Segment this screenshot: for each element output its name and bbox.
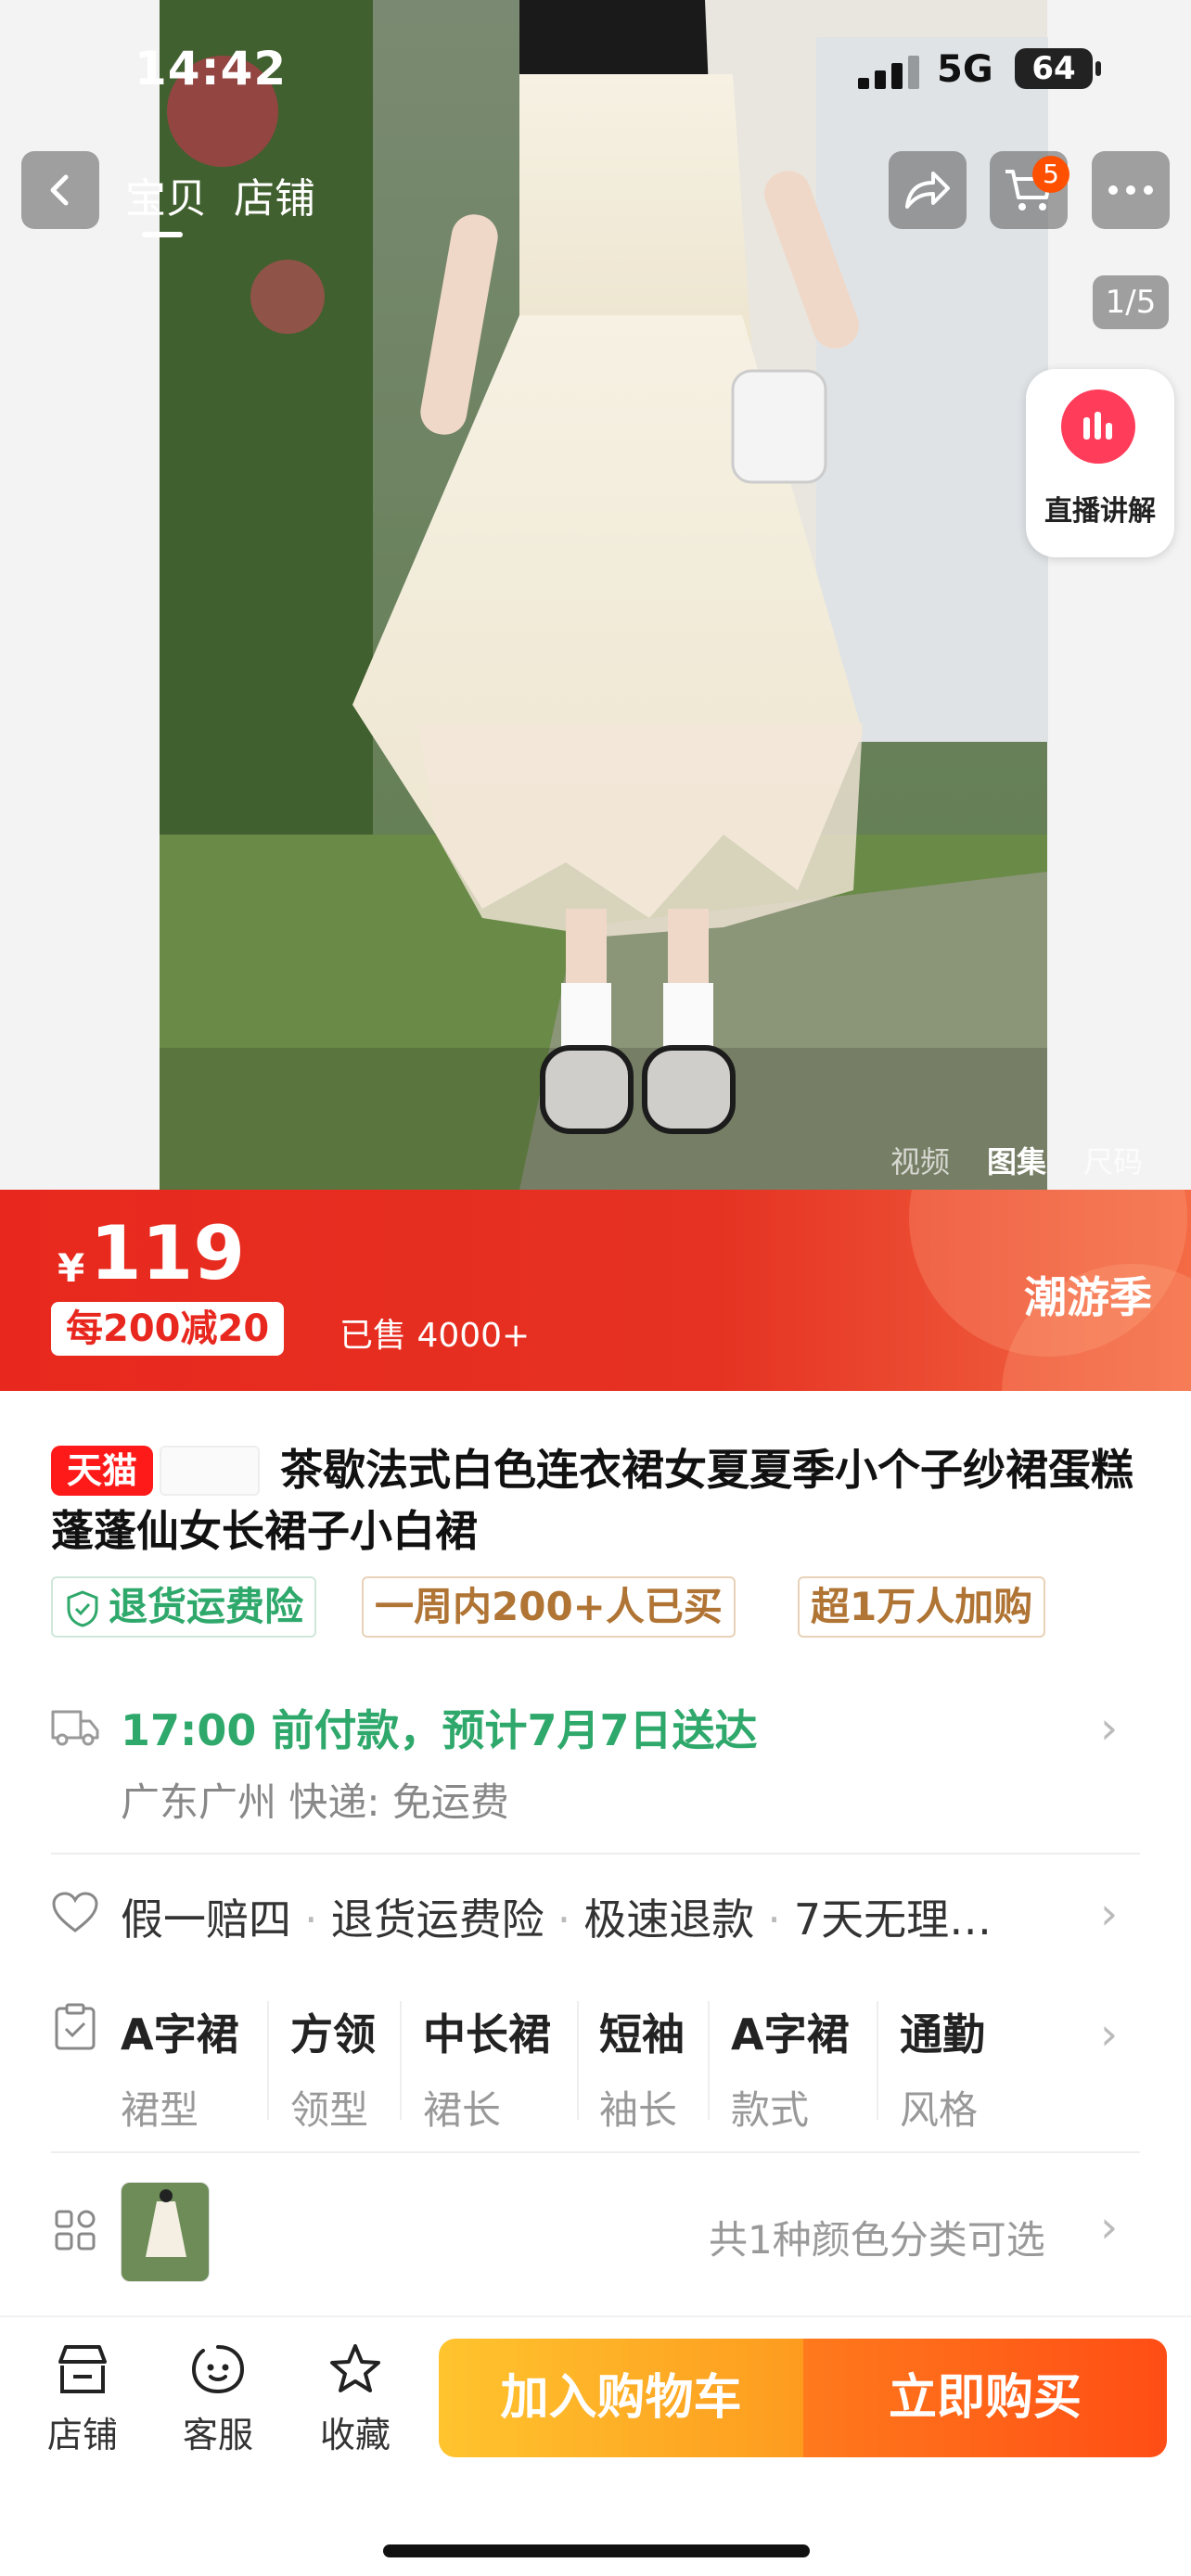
guarantee-list[interactable]: 假一赔四 · 退货运费险 · 极速退款 · 7天无理… <box>121 1886 992 1947</box>
shield-check-icon <box>67 1590 98 1627</box>
delivery-estimate[interactable]: 17:00 前付款，预计7月7日送达 <box>121 1697 757 1758</box>
guarantee-item: 假一赔四 <box>121 1894 291 1945</box>
divider <box>877 2001 878 2120</box>
variant-summary[interactable]: 共1种颜色分类可选 <box>709 2209 1045 2265</box>
delivery-detail: 广东广州 快递: 免运费 <box>121 1779 509 1825</box>
product-image-gallery[interactable]: 14:42 5G 64 宝贝 店铺 5 1/5 直播讲解 视频 图集 尺码 <box>0 0 1191 1190</box>
live-icon <box>1061 389 1135 464</box>
share-button[interactable] <box>889 151 967 229</box>
chevron-right-icon: › <box>1100 2009 1119 2060</box>
attribute-sleeve[interactable]: 短袖 袖长 <box>599 2001 685 2136</box>
shop-label: 店铺 <box>46 2415 118 2455</box>
network-label: 5G <box>937 48 993 91</box>
tmall-badge: 天猫 <box>51 1446 153 1496</box>
tag-weekly-buyers: 一周内200+人已买 <box>362 1576 736 1638</box>
attribute-value: 方领 <box>290 2009 376 2060</box>
more-button[interactable] <box>1092 151 1170 229</box>
media-tab-album[interactable]: 图集 <box>987 1144 1046 1180</box>
attribute-key: 款式 <box>731 2087 810 2133</box>
favorite-button[interactable]: 收藏 <box>304 2343 406 2457</box>
divider <box>51 2151 1140 2153</box>
tag-cart-adds: 超1万人加购 <box>798 1576 1046 1638</box>
divider <box>577 2001 579 2120</box>
live-explain-button[interactable]: 直播讲解 <box>1026 369 1174 557</box>
cart-count-badge: 5 <box>1032 156 1069 193</box>
live-label: 直播讲解 <box>1044 495 1156 528</box>
variant-thumbnail[interactable] <box>121 2182 210 2282</box>
brand-logo <box>160 1446 260 1496</box>
customer-service-button[interactable]: 客服 <box>167 2343 269 2457</box>
media-tab-size[interactable]: 尺码 <box>1083 1144 1143 1180</box>
buy-now-button[interactable]: 立即购买 <box>803 2339 1167 2457</box>
tag-return-insurance[interactable]: 退货运费险 <box>51 1576 317 1638</box>
chevron-right-icon: › <box>1100 2201 1119 2253</box>
chevron-right-icon: › <box>1100 1888 1119 1940</box>
chevron-left-icon <box>50 174 69 206</box>
attribute-value: A字裙 <box>121 2009 239 2060</box>
divider <box>708 2001 710 2120</box>
chat-face-icon <box>191 2345 245 2394</box>
tab-shop[interactable]: 店铺 <box>234 165 315 224</box>
favorite-label: 收藏 <box>319 2415 391 2455</box>
attribute-key: 领型 <box>290 2087 369 2133</box>
heart-icon <box>52 1892 98 1932</box>
battery-tip <box>1095 61 1101 76</box>
grid-icon <box>55 2210 96 2251</box>
currency-symbol: ¥ <box>58 1245 85 1291</box>
attribute-style[interactable]: A字裙款式 <box>731 2001 850 2136</box>
clipboard-icon <box>55 2003 96 2050</box>
bottom-action-bar: 店铺 客服 收藏 加入购物车 立即购买 <box>0 2315 1191 2576</box>
divider <box>267 2001 269 2120</box>
shop-button[interactable]: 店铺 <box>32 2343 134 2457</box>
more-icon <box>1108 185 1153 195</box>
product-page: 14:42 5G 64 宝贝 店铺 5 1/5 直播讲解 视频 图集 尺码 ¥ … <box>0 0 1191 2576</box>
status-time: 14:42 <box>134 42 288 96</box>
attribute-key: 袖长 <box>599 2087 678 2133</box>
star-icon <box>330 2344 380 2392</box>
attribute-collar[interactable]: 方领 领型 <box>290 2001 376 2136</box>
truck-icon <box>51 1710 99 1746</box>
chevron-right-icon: › <box>1100 1702 1119 1754</box>
tab-item[interactable]: 宝贝 <box>125 165 207 237</box>
add-to-cart-button[interactable]: 加入购物车 <box>439 2339 803 2457</box>
divider <box>400 2001 402 2120</box>
attribute-key: 裙型 <box>121 2087 199 2133</box>
guarantee-item: 7天无理… <box>793 1894 992 1945</box>
image-counter: 1/5 <box>1093 275 1169 329</box>
media-tab-video[interactable]: 视频 <box>890 1144 950 1180</box>
status-bar: 14:42 5G 64 <box>0 0 1191 139</box>
guarantee-item: 退货运费险 <box>330 1894 544 1945</box>
attribute-value: 通勤 <box>900 2009 985 2060</box>
home-indicator <box>383 2544 810 2557</box>
sold-count: 已售 4000+ <box>339 1317 531 1355</box>
tag-label: 退货运费险 <box>109 1584 304 1629</box>
share-icon <box>905 172 950 209</box>
battery-icon: 64 <box>1015 48 1093 89</box>
attribute-value: 中长裙 <box>423 2009 551 2060</box>
guarantee-item: 极速退款 <box>583 1894 755 1945</box>
signal-icon <box>858 56 919 89</box>
attribute-value: 短袖 <box>599 2009 685 2060</box>
campaign-label: 潮游季 <box>1024 1272 1152 1322</box>
attribute-skirt-type[interactable]: A字裙裙型 <box>121 2001 239 2136</box>
attribute-genre[interactable]: 通勤 风格 <box>900 2001 985 2136</box>
attribute-key: 风格 <box>900 2087 979 2133</box>
price-amount: 119 <box>90 1210 245 1296</box>
store-icon <box>58 2345 107 2393</box>
attribute-key: 裙长 <box>423 2087 502 2133</box>
media-tabs: 视频 图集 尺码 <box>890 1139 1180 1181</box>
divider <box>51 1853 1140 1855</box>
service-label: 客服 <box>182 2415 253 2455</box>
attribute-length[interactable]: 中长裙 裙长 <box>423 2001 551 2136</box>
coupon-badge[interactable]: 每200减20 <box>51 1302 285 1356</box>
back-button[interactable] <box>21 151 99 229</box>
attribute-value: A字裙 <box>731 2009 850 2060</box>
price-banner: ¥ 119 每200减20 已售 4000+ 潮游季 <box>0 1190 1191 1391</box>
